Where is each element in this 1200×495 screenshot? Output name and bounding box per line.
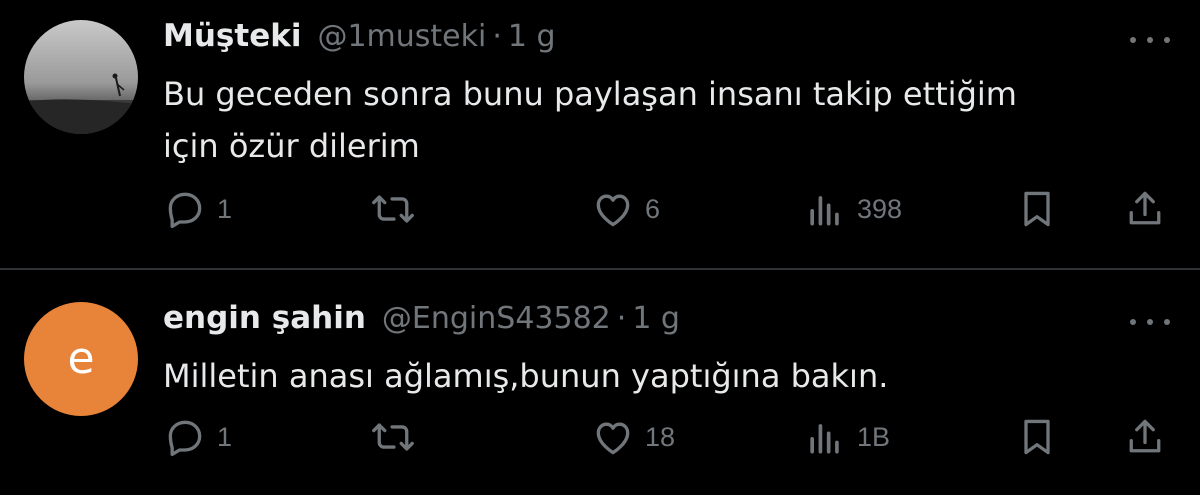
avatar[interactable]: e — [24, 302, 138, 416]
tweet-header: engin şahin @EnginS43582 · 1 g — [163, 300, 680, 340]
like-icon — [596, 194, 630, 227]
like-count: 6 — [645, 193, 661, 224]
share-icon — [1129, 191, 1161, 225]
bookmark-icon — [1024, 191, 1050, 227]
tweet[interactable]: e engin şahin @EnginS43582 · 1 g Milleti… — [0, 270, 1200, 495]
view-count: 1B — [857, 421, 891, 452]
reply-icon — [168, 192, 202, 229]
reply-count: 1 — [217, 421, 233, 452]
user-handle[interactable]: @1musteki — [317, 19, 486, 54]
bookmark-button[interactable] — [1015, 184, 1059, 234]
user-handle[interactable]: @EnginS43582 — [382, 301, 611, 336]
retweet-button[interactable] — [371, 184, 415, 234]
separator-dot: · — [492, 19, 502, 54]
share-button[interactable] — [1123, 184, 1167, 234]
views-icon — [810, 424, 839, 454]
bookmark-icon — [1024, 419, 1050, 455]
tweet-text: Bu geceden sonra bunu paylaşan insanı ta… — [163, 68, 1143, 172]
retweet-icon — [372, 195, 414, 223]
reply-button[interactable]: 1 — [163, 184, 232, 234]
timestamp[interactable]: 1 g — [508, 19, 556, 54]
like-button[interactable]: 18 — [591, 412, 675, 462]
view-count: 398 — [857, 193, 903, 224]
tweet[interactable]: Müşteki @1musteki · 1 g Bu geceden sonra… — [0, 0, 1200, 268]
retweet-icon — [372, 423, 414, 451]
display-name[interactable]: engin şahin — [163, 300, 366, 336]
like-button[interactable]: 6 — [591, 184, 660, 234]
action-bar: 1 18 1B — [163, 412, 1173, 462]
views-button[interactable]: 398 — [803, 184, 902, 234]
share-icon — [1129, 419, 1161, 453]
avatar-photo — [24, 20, 138, 134]
like-icon — [596, 422, 630, 455]
tweet-text-line: Milletin anası ağlamış,bunun yaptığına b… — [163, 357, 889, 395]
reply-count: 1 — [217, 193, 233, 224]
avatar-letter: e — [67, 333, 95, 384]
reply-icon — [168, 420, 202, 457]
bookmark-button[interactable] — [1015, 412, 1059, 462]
timestamp[interactable]: 1 g — [632, 301, 680, 336]
more-icon[interactable] — [1130, 312, 1170, 332]
views-button[interactable]: 1B — [803, 412, 890, 462]
action-bar: 1 6 398 — [163, 184, 1173, 234]
reply-button[interactable]: 1 — [163, 412, 232, 462]
like-count: 18 — [645, 421, 676, 452]
separator-dot: · — [616, 301, 627, 336]
avatar[interactable] — [24, 20, 138, 134]
tweet-header: Müşteki @1musteki · 1 g — [163, 18, 556, 58]
views-icon — [810, 196, 839, 226]
tweet-text-line: Bu geceden sonra bunu paylaşan insanı ta… — [163, 75, 1017, 113]
tweet-text: Milletin anası ağlamış,bunun yaptığına b… — [163, 350, 1143, 402]
retweet-button[interactable] — [371, 412, 415, 462]
tweet-text-line: için özür dilerim — [163, 127, 420, 165]
share-button[interactable] — [1123, 412, 1167, 462]
more-icon[interactable] — [1130, 30, 1170, 50]
display-name[interactable]: Müşteki — [163, 18, 301, 54]
